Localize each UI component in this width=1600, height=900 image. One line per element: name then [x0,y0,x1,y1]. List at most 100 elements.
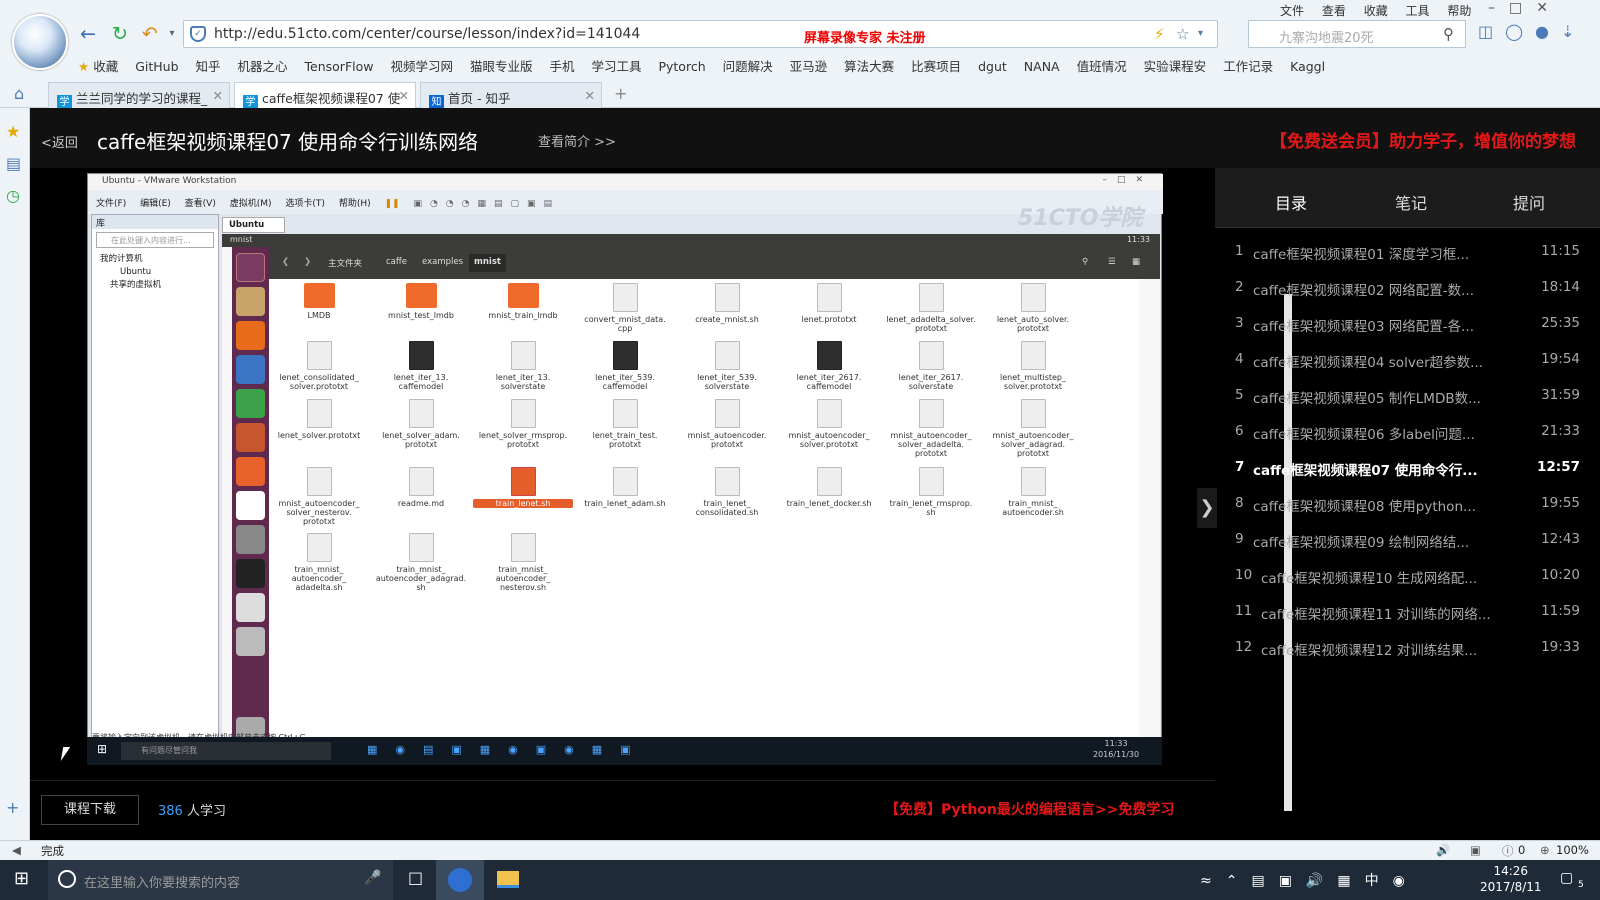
tab-courses[interactable]: 学兰兰同学的学习的课程_ ✕ [48,82,230,108]
notification-icon[interactable]: ▢ [1560,870,1573,886]
lesson-number: 3 [1235,315,1244,331]
zoom-level[interactable]: 100% [1556,843,1589,857]
lesson-item[interactable]: 3 caffe框架视频课程03 网络配置-各... 25:35 [1215,307,1590,341]
avatar[interactable] [12,14,68,70]
taskbar-clock[interactable]: 14:26 2017/8/11 [1480,863,1542,895]
bookmark-item[interactable]: Pytorch [658,59,705,74]
menu-view[interactable]: 查看 [1322,4,1346,18]
taskbar-search[interactable]: 在这里输入你要搜索的内容 [48,860,393,900]
tab-notes[interactable]: 笔记 [1395,190,1427,214]
intro-link[interactable]: 查看简介 >> [538,131,616,150]
bookmark-item[interactable]: 知乎 [196,59,221,74]
bookmark-item[interactable]: NANA [1024,59,1060,74]
menu-favorites[interactable]: 收藏 [1364,4,1388,18]
tab-zhihu[interactable]: 知首页 - 知乎 ✕ [420,82,602,108]
menu-file[interactable]: 文件 [1280,4,1304,18]
lesson-number: 4 [1235,351,1244,367]
search-icon[interactable]: ⚲ [1443,25,1454,43]
python-promo-link[interactable]: 【免费】Python最火的编程语言>>免费学习 [885,799,1174,819]
lesson-item[interactable]: 10 caffe框架视频课程10 生成网络配... 10:20 [1215,559,1590,593]
lesson-item[interactable]: 1 caffe框架视频课程01 深度学习框... 11:15 [1215,235,1590,269]
learner-count: 386 人学习 [158,800,226,819]
add-icon[interactable]: + [6,798,19,817]
bookmark-item[interactable]: 算法大赛 [844,59,894,74]
microphone-icon[interactable]: 🎤 [364,870,381,886]
bookmark-item[interactable]: 猫眼专业版 [470,59,533,74]
search-box[interactable]: 九寨沟地震20死 ⚲ [1248,20,1466,48]
lesson-item[interactable]: 4 caffe框架视频课程04 solver超参数... 19:54 [1215,343,1590,377]
bookmark-item[interactable]: GitHub [135,59,178,74]
history-icon[interactable]: ◷ [6,186,20,205]
panel-toggle-icon[interactable]: ◀ [12,843,21,857]
lesson-item[interactable]: 6 caffe框架视频课程06 多label问题... 21:33 [1215,415,1590,449]
dropdown-icon[interactable]: ▾ [1198,28,1203,39]
tab-catalog[interactable]: 目录 [1275,190,1307,214]
lesson-item[interactable]: 5 caffe框架视频课程05 制作LMDB数... 31:59 [1215,379,1590,413]
close-icon[interactable]: ✕ [213,88,223,103]
list-view-icon: ☰ [1108,257,1116,267]
bookmark-item[interactable]: 学习工具 [591,59,641,74]
breadcrumb-mnist: mnist [469,254,506,272]
menu-help[interactable]: 帮助 [1447,4,1471,18]
chevron-down-icon[interactable]: ▾ [160,22,184,46]
back-link[interactable]: <返回 [41,132,78,151]
toolbar-extension-icons[interactable]: ◫◯●⇣ [1478,22,1586,41]
lightning-icon[interactable]: ⚡ [1154,25,1165,43]
address-bar[interactable]: ✓ http://edu.51cto.com/center/course/les… [183,20,1218,48]
back-arrow-icon[interactable]: ← [76,22,100,46]
tab-questions[interactable]: 提问 [1513,190,1545,214]
promo-banner[interactable]: 【免费送会员】助力学子，增值你的梦想 [1270,127,1576,152]
close-icon[interactable]: ✕ [585,88,595,103]
taskbar-explorer-app[interactable] [484,860,532,900]
windows-start-icon[interactable]: ⊞ [14,868,29,889]
window-controls[interactable]: –□✕ [1488,0,1562,16]
taskbar-browser-app[interactable] [436,860,484,900]
bookmark-item[interactable]: 视频学习网 [390,59,453,74]
menu-tools[interactable]: 工具 [1406,4,1430,18]
lesson-item[interactable]: 12 caffe框架视频课程12 对训练结果... 19:33 [1215,631,1590,665]
vm-window-controls: –□✕ [1102,175,1153,185]
counter-icon[interactable]: ⓘ [1502,843,1514,859]
bookmark-item[interactable]: 比赛项目 [911,59,961,74]
zoom-icon[interactable]: ⊕ [1540,843,1550,857]
cortana-icon[interactable] [58,870,76,888]
favorites-icon[interactable]: ★ [6,122,20,141]
bookmark-item[interactable]: ★ 收藏 [78,59,118,74]
lesson-item[interactable]: 7 caffe框架视频课程07 使用命令行... 12:57 [1215,451,1590,485]
bookmark-item[interactable]: 实验课程安 [1144,59,1207,74]
lesson-item[interactable]: 8 caffe框架视频课程08 使用python... 19:55 [1215,487,1590,521]
bookmark-item[interactable]: 亚马逊 [790,59,828,74]
download-button[interactable]: 课程下载 [41,795,139,825]
collapse-arrow-icon[interactable]: ❯ [1197,488,1217,528]
lesson-item[interactable]: 9 caffe框架视频课程09 绘制网络结... 12:43 [1215,523,1590,557]
bookmark-item[interactable]: 手机 [549,59,574,74]
task-view-icon[interactable]: □ [408,868,423,887]
lesson-duration: 21:33 [1541,423,1580,439]
url-text[interactable]: http://edu.51cto.com/center/course/lesso… [214,26,640,42]
file-item: lenet_solver.prototxt [269,399,369,440]
device-icon[interactable]: ▣ [1470,843,1481,857]
bookmark-item[interactable]: 问题解决 [723,59,773,74]
refresh-icon[interactable]: ↻ [108,22,132,46]
bookmark-item[interactable]: 工作记录 [1223,59,1273,74]
bookmark-item[interactable]: TensorFlow [305,59,374,74]
lesson-number: 6 [1235,423,1244,439]
bookmark-item[interactable]: 值班情况 [1077,59,1127,74]
new-tab-icon[interactable]: + [614,84,627,103]
undo-icon[interactable]: ↶ [138,22,162,46]
tab-label: caffe框架视频课程07 使 [262,91,401,106]
lesson-item[interactable]: 2 caffe框架视频课程02 网络配置-数... 18:14 [1215,271,1590,305]
speaker-icon[interactable]: 🔊 [1436,843,1450,857]
file-name: mnist_train_lmdb [488,311,558,320]
system-tray-icons[interactable]: ≈⌃▤▣🔊▦中◉ [1200,870,1419,890]
home-icon[interactable]: ⌂ [14,84,24,103]
bookmark-item[interactable]: 机器之心 [238,59,288,74]
close-icon[interactable]: ✕ [399,88,409,103]
bookmark-item[interactable]: dgut [978,59,1007,74]
star-icon[interactable]: ☆ [1176,25,1189,43]
lesson-item[interactable]: 11 caffe框架视频课程11 对训练的网络... 11:59 [1215,595,1590,629]
tab-current-lesson[interactable]: 学 caffe框架视频课程07 使 ✕ [234,82,416,109]
file-icon [1020,341,1046,370]
reading-icon[interactable]: ▤ [6,154,21,173]
bookmark-item[interactable]: Kaggl [1290,59,1325,74]
